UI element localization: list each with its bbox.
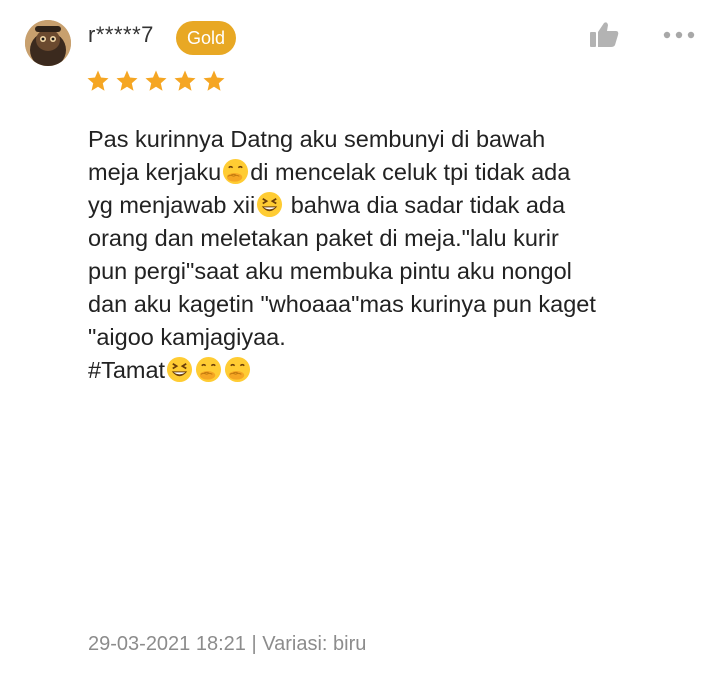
membership-badge: Gold: [176, 21, 236, 55]
review-line: orang dan meletakan paket di meja."lalu …: [88, 225, 559, 251]
laughing-emoji-icon: [167, 356, 193, 383]
avatar[interactable]: [25, 20, 71, 66]
review-text: Pas kurinnya Datng aku sembunyi di bawah…: [88, 123, 698, 387]
star-icon: [145, 70, 167, 91]
review-line: yg menjawab xii bahwa dia sadar tidak ad…: [88, 191, 566, 218]
review-line: dan aku kagetin "whoaaa"mas kurinya pun …: [88, 291, 596, 317]
like-button[interactable]: [586, 20, 622, 50]
hand-over-mouth-emoji-icon: [196, 356, 222, 383]
hand-over-mouth-emoji-icon: [223, 158, 249, 185]
review-line: "aigoo kamjagiyaa.: [88, 324, 286, 350]
hand-over-mouth-emoji-icon: [225, 356, 251, 383]
star-icon: [116, 70, 138, 91]
star-icon: [174, 70, 196, 91]
review-meta: 29-03-2021 18:21 | Variasi: biru: [88, 633, 366, 656]
meta-separator: |: [251, 633, 257, 655]
review-line: pun pergi"saat aku membuka pintu aku non…: [88, 258, 572, 284]
review-line: #Tamat: [88, 354, 698, 387]
star-icon: [87, 70, 109, 91]
star-icon: [203, 70, 225, 91]
star-rating: [86, 69, 231, 97]
review-line: meja kerjaku di mencelak celuk tpi tidak …: [88, 158, 571, 185]
variant-value: biru: [333, 633, 367, 655]
reviewer-name: r*****7: [88, 22, 154, 47]
laughing-emoji-icon: [257, 191, 283, 218]
thumbs-up-icon: [590, 22, 619, 47]
more-options-button[interactable]: [660, 22, 700, 48]
review-date: 29-03-2021 18:21: [88, 633, 246, 655]
more-dots-icon: [663, 31, 695, 39]
review-line: Pas kurinnya Datng aku sembunyi di bawah: [88, 126, 546, 152]
variant-label: Variasi:: [262, 633, 328, 655]
